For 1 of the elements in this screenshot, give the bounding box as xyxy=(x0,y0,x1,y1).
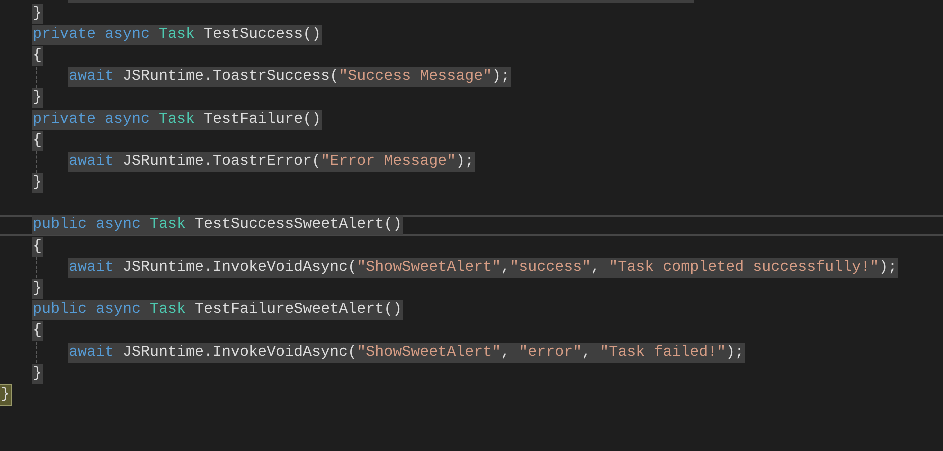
matched-brace: } xyxy=(0,384,12,405)
